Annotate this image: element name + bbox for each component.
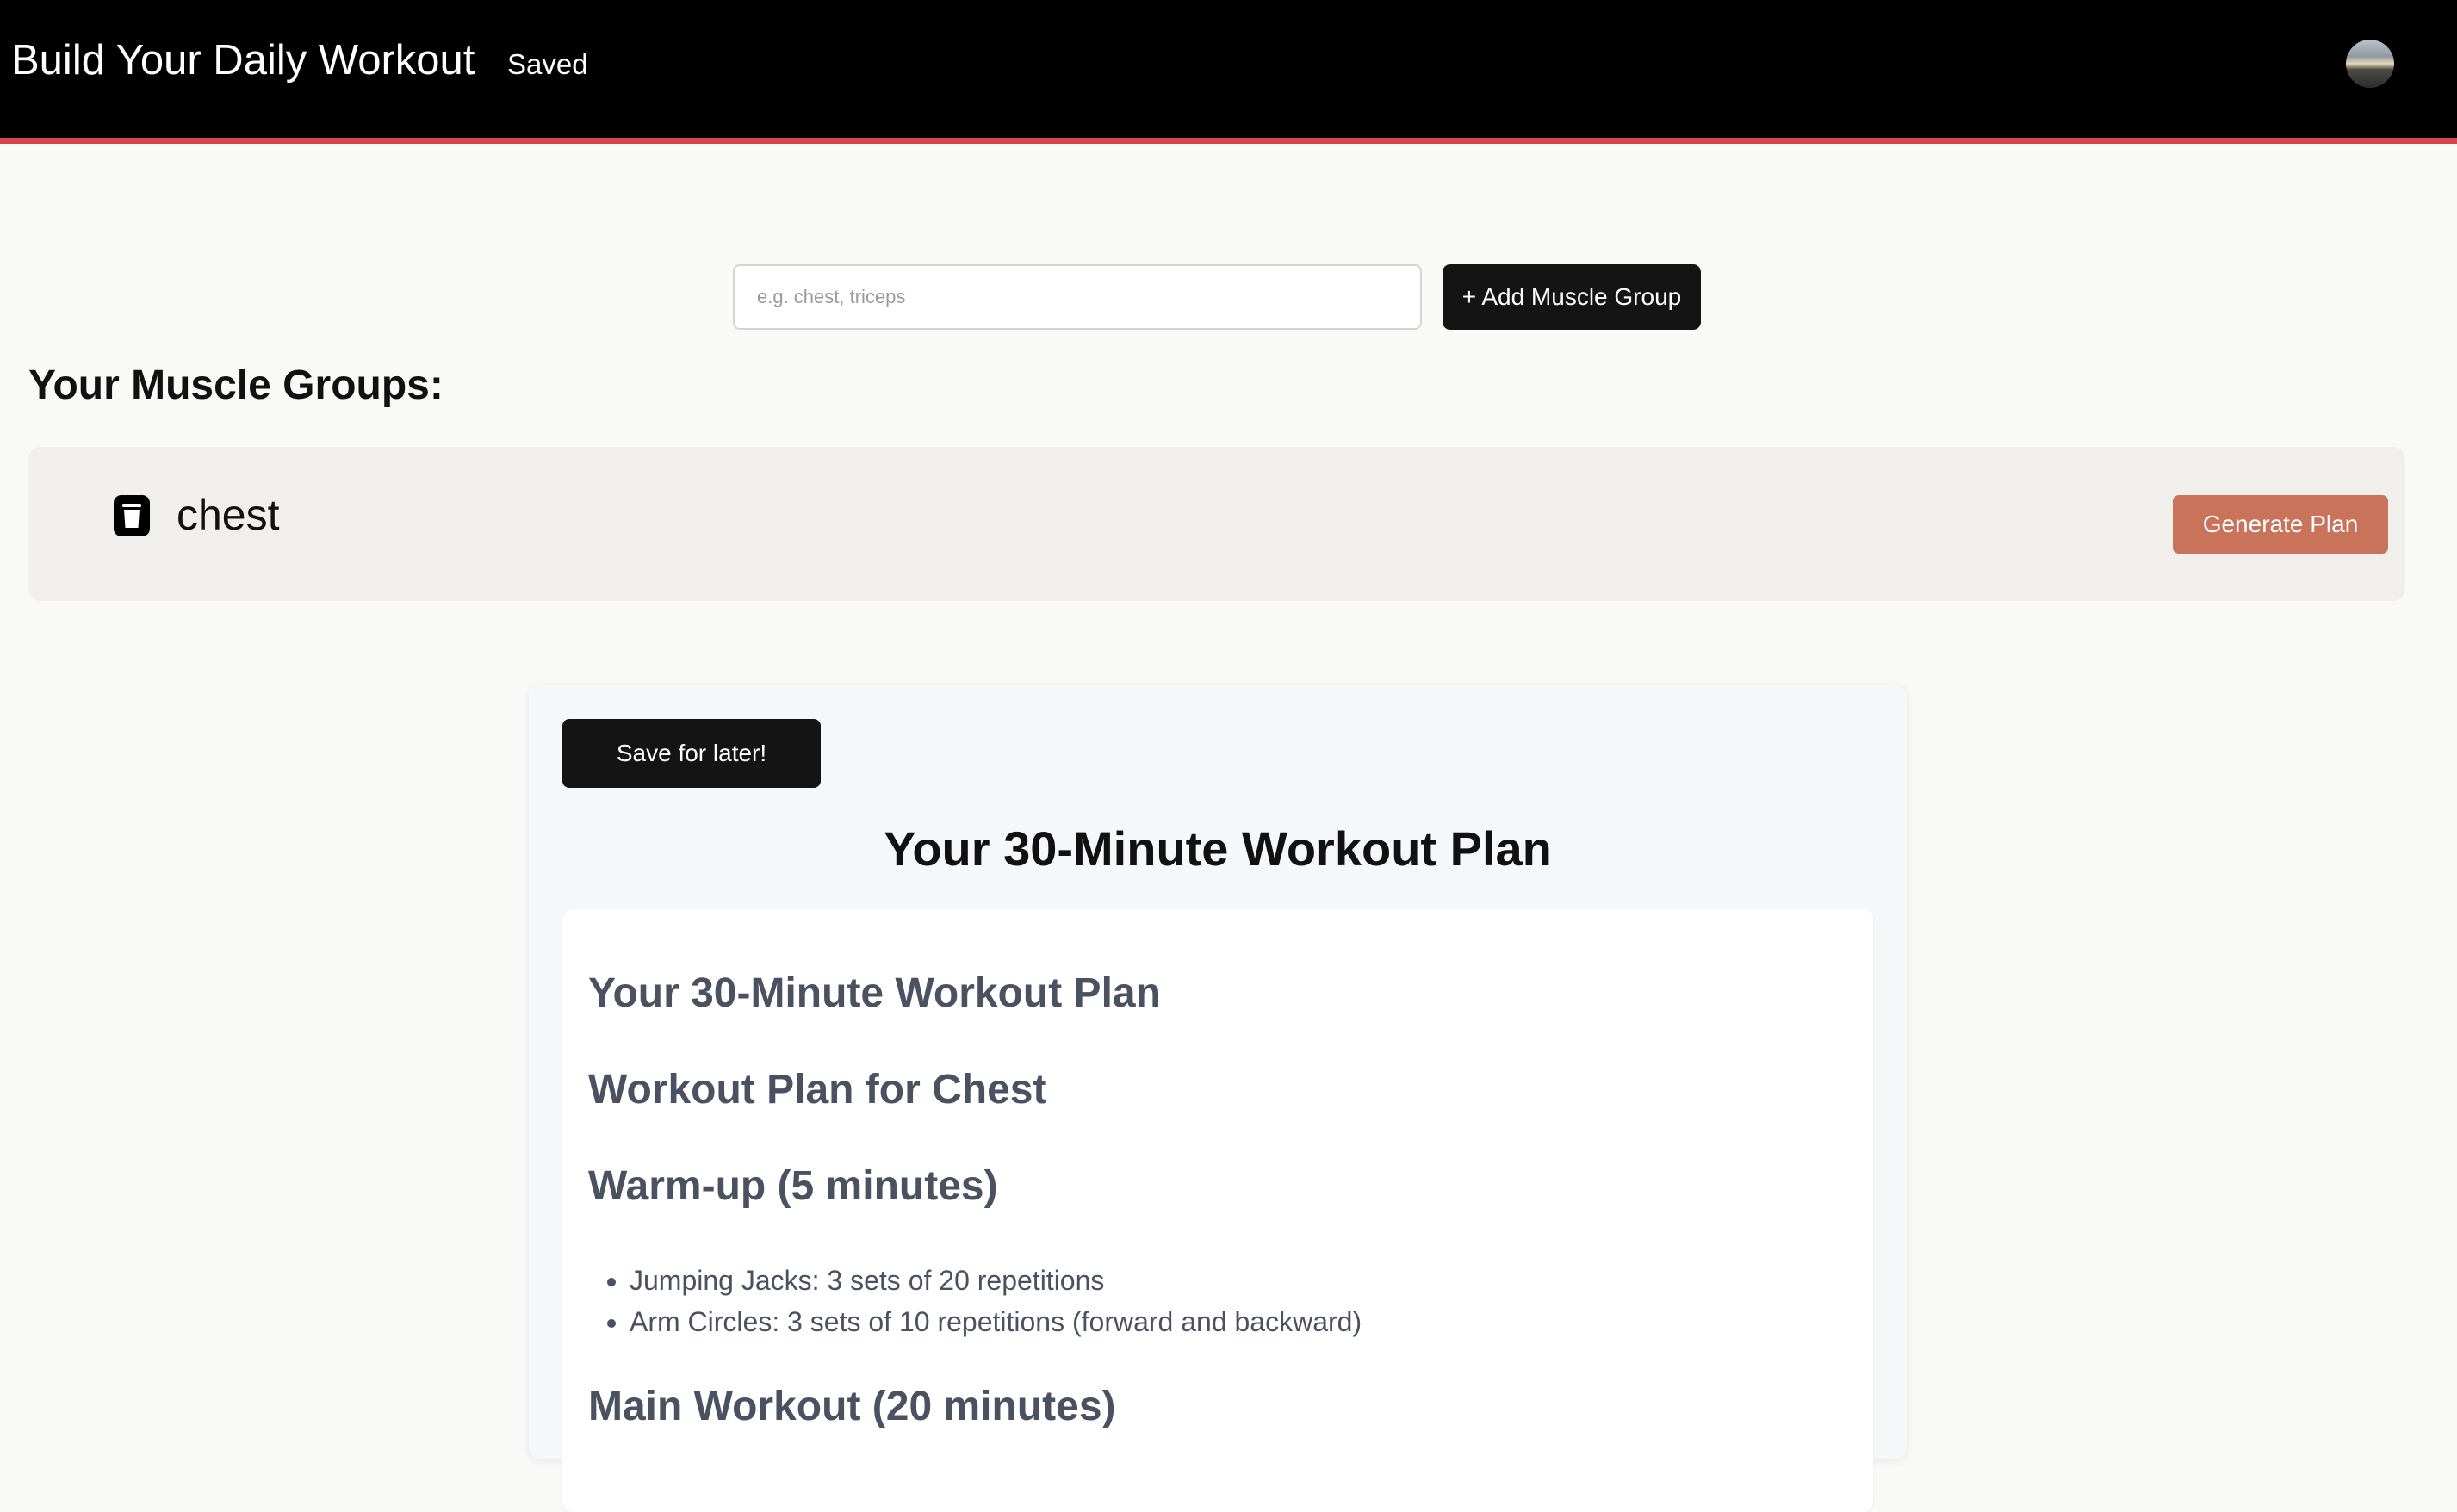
muscle-groups-panel: chest Generate Plan xyxy=(28,447,2405,601)
nav-link-saved[interactable]: Saved xyxy=(507,48,588,81)
content-heading-chest: Workout Plan for Chest xyxy=(588,1067,1047,1112)
save-for-later-button[interactable]: Save for later! xyxy=(562,719,821,788)
content-heading-main-workout: Main Workout (20 minutes) xyxy=(588,1384,1116,1429)
content-heading-plan: Your 30-Minute Workout Plan xyxy=(588,970,1161,1016)
warmup-exercise-list: Jumping Jacks: 3 sets of 20 repetitions … xyxy=(588,1260,1362,1342)
add-muscle-group-button[interactable]: + Add Muscle Group xyxy=(1443,264,1701,330)
app-title: Build Your Daily Workout xyxy=(11,37,475,84)
trash-icon-glyph xyxy=(122,504,141,528)
user-avatar[interactable] xyxy=(2346,40,2394,88)
trash-icon[interactable] xyxy=(114,495,150,536)
muscle-group-label: chest xyxy=(177,491,280,539)
exercise-item: Jumping Jacks: 3 sets of 20 repetitions xyxy=(630,1260,1362,1301)
top-navigation-bar: Build Your Daily Workout Saved xyxy=(0,0,2457,144)
exercise-item: Arm Circles: 3 sets of 10 repetitions (f… xyxy=(630,1301,1362,1342)
workout-plan-card: Save for later! Your 30-Minute Workout P… xyxy=(529,685,1907,1512)
plan-title: Your 30-Minute Workout Plan xyxy=(884,821,1552,876)
generate-plan-button[interactable]: Generate Plan xyxy=(2173,495,2388,554)
muscle-groups-heading: Your Muscle Groups: xyxy=(28,363,444,408)
content-heading-warmup: Warm-up (5 minutes) xyxy=(588,1163,998,1209)
plan-content: Your 30-Minute Workout Plan Workout Plan… xyxy=(562,909,1873,1512)
muscle-group-input[interactable] xyxy=(733,264,1422,330)
